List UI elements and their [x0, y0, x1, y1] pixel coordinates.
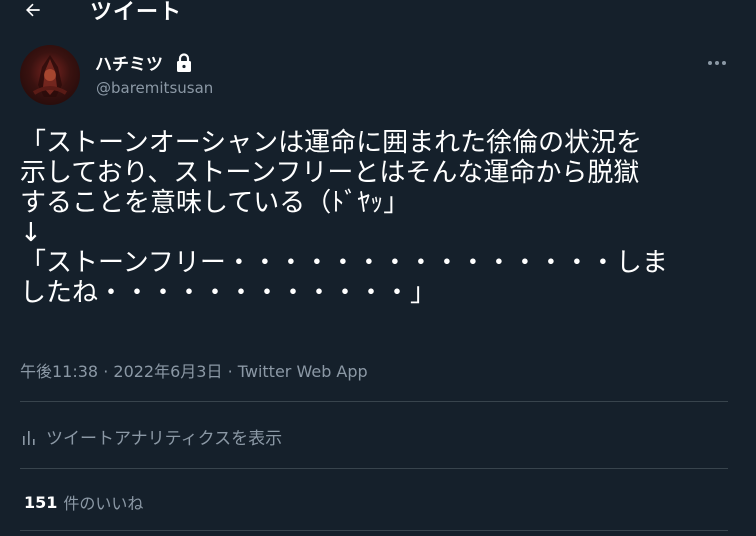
header: ツイート [0, 0, 735, 28]
tweet-time[interactable]: 午後11:38 [20, 362, 98, 381]
more-button[interactable] [700, 52, 734, 74]
lock-icon [177, 53, 191, 72]
likes-label: 件のいいね [63, 494, 144, 513]
author-handle[interactable]: @baremitsusan [96, 79, 213, 97]
view-analytics-link[interactable]: ツイートアナリティクスを表示 [20, 418, 420, 454]
tweet-date[interactable]: 2022年6月3日 [113, 362, 222, 381]
divider [20, 401, 728, 402]
author-name[interactable]: ハチミツ [95, 50, 163, 75]
meta-separator: · [98, 362, 114, 381]
page-title: ツイート [90, 0, 183, 25]
analytics-label: ツイートアナリティクスを表示 [46, 428, 283, 449]
avatar-image [32, 55, 68, 97]
likes-link[interactable]: 151 件のいいね [24, 488, 143, 516]
likes-count: 151 [24, 492, 58, 512]
avatar[interactable] [20, 45, 80, 105]
tweet-meta: 午後11:38 · 2022年6月3日 · Twitter Web App [20, 358, 368, 382]
divider [20, 468, 728, 469]
bar-chart-icon [23, 431, 35, 445]
tweet-text: 「ストーンオーシャンは運命に囲まれた徐倫の状況を 示しており、ストーンフリーとは… [20, 128, 668, 308]
tweet-detail-page: ツイート ハチミツ @baremitsusan 「ストーンオーシャンは運命に囲ま… [0, 0, 756, 536]
tweet-source-link[interactable]: Twitter Web App [238, 362, 368, 381]
back-button[interactable] [18, 0, 48, 24]
arrow-left-icon [26, 3, 40, 17]
meta-separator: · [222, 362, 238, 381]
divider [20, 530, 728, 531]
more-horizontal-icon [708, 61, 726, 65]
